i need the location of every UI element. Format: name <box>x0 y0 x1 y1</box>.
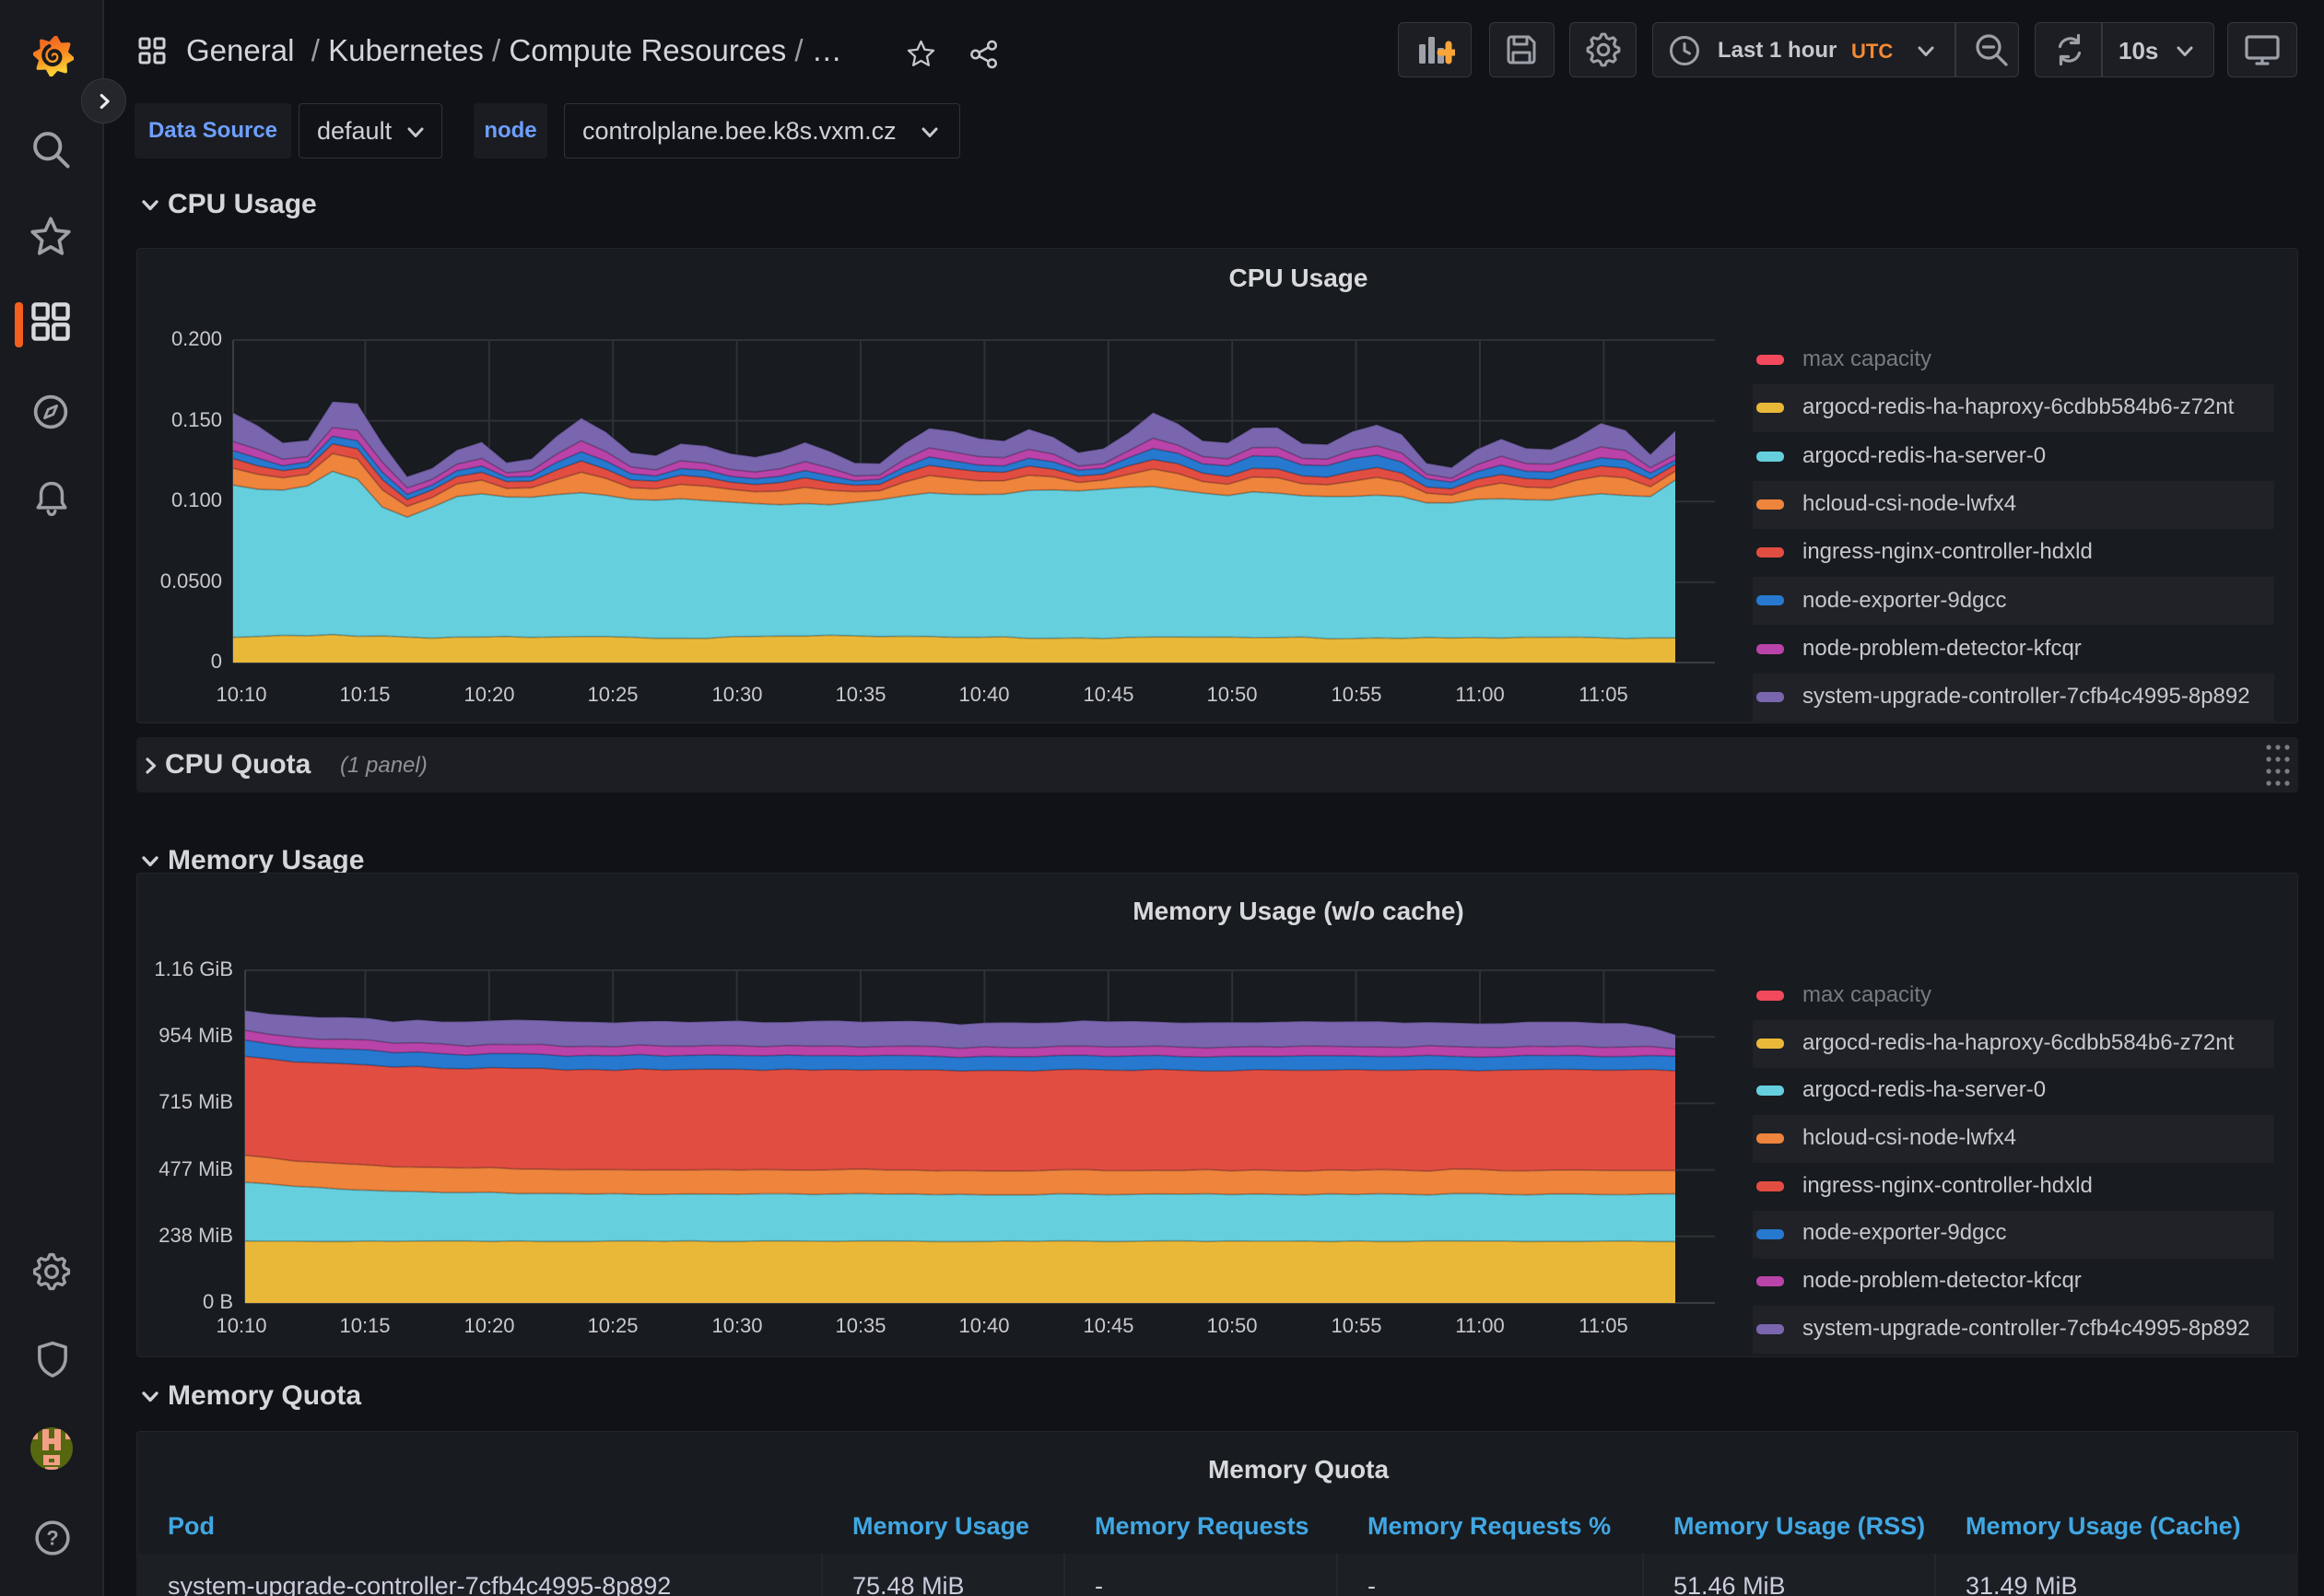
svg-text:?: ? <box>46 1527 58 1550</box>
